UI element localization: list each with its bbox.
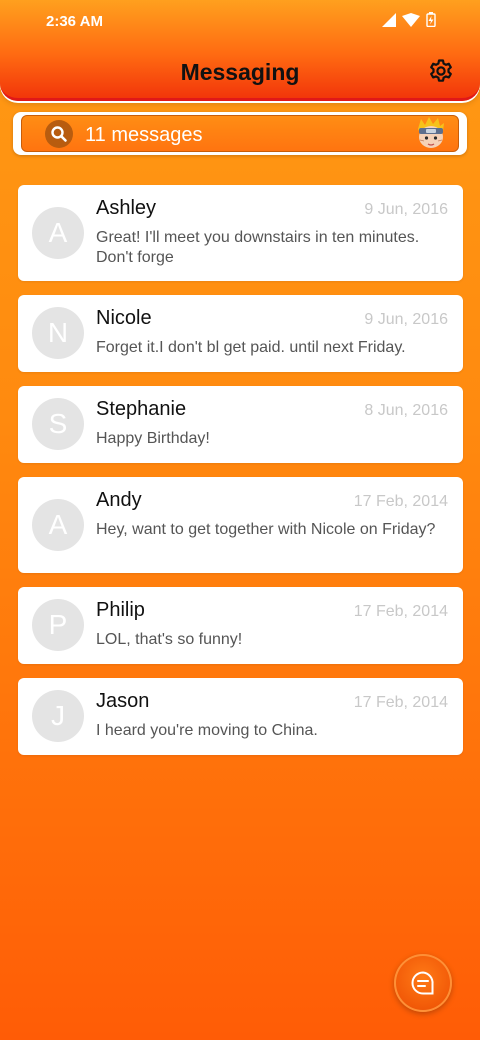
message-date: 17 Feb, 2014 [353,603,448,620]
app-header: 2:36 AM Messaging [0,0,480,101]
avatar: A [32,499,84,551]
avatar: J [32,690,84,742]
message-preview: Great! I'll meet you downstairs in ten m… [96,229,420,266]
message-preview: Happy Birthday! [96,430,210,447]
search-icon [51,126,67,142]
contact-name: Andy [96,489,142,511]
message-icon [411,971,434,995]
conversation-item[interactable]: A Andy 17 Feb, 2014 Hey, want to get tog… [18,477,463,573]
message-preview: I heard you're moving to China. [96,722,318,739]
contact-name: Nicole [96,307,152,329]
message-preview: Forget it.I don't bl get paid. until nex… [96,339,406,356]
profile-avatar[interactable] [416,117,446,149]
search-bar[interactable]: 11 messages [13,112,467,155]
search-field[interactable]: 11 messages [21,115,459,152]
status-time: 2:36 AM [46,13,103,30]
gear-icon [430,59,452,82]
character-avatar-icon [418,117,444,148]
search-button[interactable] [45,120,73,148]
avatar: S [32,398,84,450]
signal-icon [382,12,396,27]
conversation-item[interactable]: S Stephanie 8 Jun, 2016 Happy Birthday! [18,386,463,463]
contact-name: Stephanie [96,398,187,420]
message-date: 17 Feb, 2014 [353,493,448,510]
conversation-item[interactable]: N Nicole 9 Jun, 2016 Forget it.I don't b… [18,295,463,372]
message-date: 8 Jun, 2016 [364,402,448,419]
avatar: A [32,207,84,259]
conversation-item[interactable]: A Ashley 9 Jun, 2016 Great! I'll meet yo… [18,185,463,281]
message-date: 9 Jun, 2016 [364,311,448,328]
message-date: 9 Jun, 2016 [364,201,448,218]
status-icons [382,12,436,27]
message-preview: LOL, that's so funny! [96,631,243,648]
message-count: 11 messages [85,124,203,146]
contact-name: Ashley [96,197,157,219]
avatar: P [32,599,84,651]
conversation-item[interactable]: P Philip 17 Feb, 2014 LOL, that's so fun… [18,587,463,664]
battery-icon [426,12,436,27]
message-preview: Hey, want to get together with Nicole on… [96,521,436,538]
settings-button[interactable] [428,58,454,84]
contact-name: Philip [96,599,145,621]
conversation-item[interactable]: J Jason 17 Feb, 2014 I heard you're movi… [18,678,463,755]
avatar: N [32,307,84,359]
wifi-icon [402,12,420,27]
contact-name: Jason [96,690,150,712]
compose-button[interactable] [394,954,452,1012]
message-date: 17 Feb, 2014 [353,694,448,711]
page-title: Messaging [180,59,300,85]
